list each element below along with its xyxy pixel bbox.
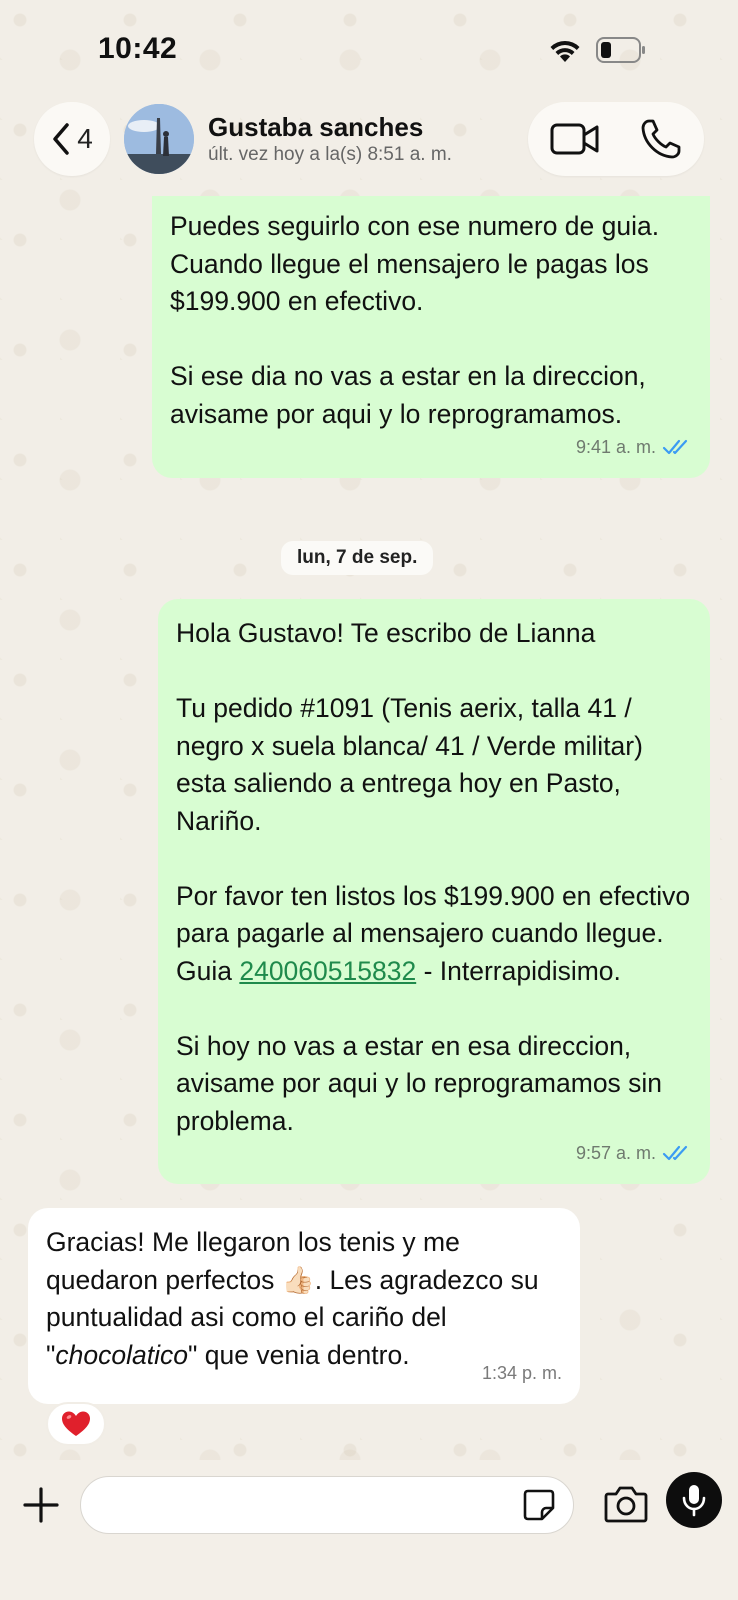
message-time: 9:57 a. m. [575,1142,656,1163]
back-chevron-icon [53,123,69,155]
microphone-button[interactable] [666,1472,722,1528]
camera-icon[interactable] [604,1484,648,1524]
message-meta: 9:57 a. m. [576,1135,692,1173]
heart-icon [62,1411,90,1436]
message-text: Hola Gustavo! Te escribo de Lianna Tu pe… [176,615,694,1140]
incoming-message[interactable]: Gracias! Me llegaron los tenis y me qued… [28,1208,580,1404]
microphone-icon [682,1485,706,1517]
composer-bar [0,1460,738,1600]
message-time: 1:34 p. m. [481,1362,562,1383]
plus-icon[interactable] [22,1486,60,1524]
call-actions [528,102,704,176]
message-input[interactable] [80,1476,574,1534]
message-meta: 1:34 p. m. [482,1355,562,1393]
message-text: Gracias! Me llegaron los tenis y me qued… [46,1224,564,1374]
back-button[interactable]: 4 [34,102,110,176]
message-text: Puedes seguirlo con ese numero de guia. … [170,211,660,429]
sticker-icon[interactable] [522,1488,556,1522]
message-italic-text: chocolatico [55,1339,188,1370]
contact-name[interactable]: Gustaba sanches [208,112,423,143]
status-bar: 10:42 [0,0,738,96]
battery-icon [596,37,645,63]
message-text-part: " que venia dentro. [188,1339,410,1370]
message-text-part: Hola Gustavo! Te escribo de Lianna Tu pe… [176,618,691,986]
unread-count: 4 [77,123,93,154]
tracking-number-link[interactable]: 240060515832 [239,956,416,986]
double-check-icon [662,440,688,455]
last-seen-status: últ. vez hoy a la(s) 8:51 a. m. [208,144,452,165]
contact-avatar[interactable] [124,104,194,174]
wifi-icon [550,40,580,62]
message-time: 9:41 a. m. [575,436,656,457]
date-separator: lun, 7 de sep. [281,541,434,575]
phone-call-icon[interactable] [640,118,682,160]
video-call-icon[interactable] [550,120,600,158]
double-check-icon [662,1146,688,1161]
message-meta: 9:41 a. m. [576,429,692,467]
outgoing-message[interactable]: Hola Gustavo! Te escribo de Lianna Tu pe… [158,599,710,1184]
outgoing-message[interactable]: Puedes seguirlo con ese numero de guia. … [152,196,710,478]
message-reaction[interactable] [46,1402,106,1446]
thumbs-up-emoji: 👍🏻 [281,1264,315,1295]
status-time: 10:42 [98,32,178,65]
avatar-photo [124,104,194,174]
chat-header: 4 Gustaba sanches últ. vez hoy a la(s) 8… [0,100,738,180]
